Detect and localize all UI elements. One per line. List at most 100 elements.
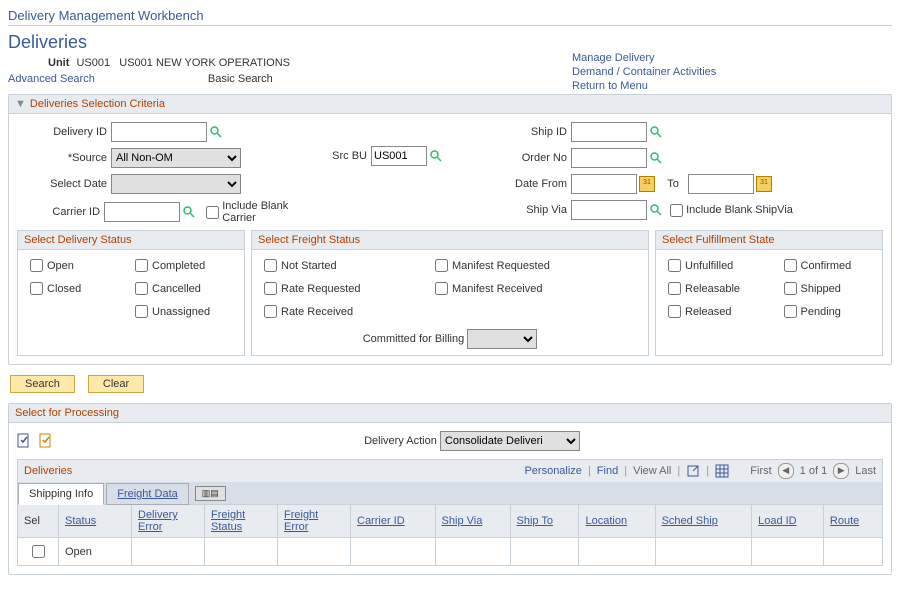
delivery-action-label: Delivery Action <box>364 435 437 447</box>
grid-header: Deliveries Personalize | Find | View All… <box>17 459 883 482</box>
to-label: To <box>667 178 679 190</box>
personalize-link[interactable]: Personalize <box>524 465 581 477</box>
demand-activities-link[interactable]: Demand / Container Activities <box>572 66 892 78</box>
source-select[interactable]: All Non-OM <box>111 148 241 168</box>
col-carrier-id[interactable]: Carrier ID <box>351 505 436 538</box>
delivery-status-title: Select Delivery Status <box>18 231 244 250</box>
src-bu-input[interactable] <box>371 146 427 166</box>
col-sched-ship[interactable]: Sched Ship <box>655 505 752 538</box>
ship-via-input[interactable] <box>571 200 647 220</box>
fulfillment-state-title: Select Fulfillment State <box>656 231 882 250</box>
prev-icon[interactable]: ◀ <box>778 463 794 479</box>
view-all-link[interactable]: View All <box>633 465 671 477</box>
unit-value: US001 <box>76 57 110 69</box>
include-blank-carrier-check[interactable] <box>206 206 219 219</box>
date-to-input[interactable] <box>688 174 754 194</box>
lookup-icon[interactable] <box>429 149 443 163</box>
lookup-icon[interactable] <box>649 151 663 165</box>
closed-check[interactable] <box>30 282 43 295</box>
page-title: Delivery Management Workbench <box>8 8 892 26</box>
cancelled-check[interactable] <box>135 282 148 295</box>
manage-delivery-link[interactable]: Manage Delivery <box>572 52 892 64</box>
col-ship-via[interactable]: Ship Via <box>435 505 510 538</box>
return-menu-link[interactable]: Return to Menu <box>572 80 892 92</box>
col-ship-to[interactable]: Ship To <box>510 505 579 538</box>
pending-check[interactable] <box>784 305 797 318</box>
carrier-id-input[interactable] <box>104 202 180 222</box>
clear-button[interactable]: Clear <box>88 375 144 393</box>
select-date-select[interactable] <box>111 174 241 194</box>
lookup-icon[interactable] <box>649 125 663 139</box>
rate-received-check[interactable] <box>264 305 277 318</box>
lookup-icon[interactable] <box>649 203 663 217</box>
grid-title: Deliveries <box>24 465 424 477</box>
calendar-icon[interactable]: 31 <box>756 176 772 192</box>
search-button[interactable]: Search <box>10 375 75 393</box>
col-route[interactable]: Route <box>823 505 882 538</box>
basic-search-label: Basic Search <box>208 73 273 85</box>
not-started-check[interactable] <box>264 259 277 272</box>
delivery-status-group: Select Delivery Status Open Closed Compl… <box>17 230 245 356</box>
collapse-icon[interactable]: ▼ <box>15 98 26 110</box>
delivery-id-label: Delivery ID <box>17 126 107 138</box>
source-label: *Source <box>17 152 107 164</box>
col-location[interactable]: Location <box>579 505 655 538</box>
last-link[interactable]: Last <box>855 465 876 477</box>
col-delivery-error[interactable]: Delivery Error <box>132 505 205 538</box>
unfulfilled-check[interactable] <box>668 259 681 272</box>
order-no-label: Order No <box>487 152 567 164</box>
date-from-label: Date From <box>487 178 567 190</box>
include-blank-shipvia-check[interactable] <box>670 204 683 217</box>
col-freight-status[interactable]: Freight Status <box>205 505 278 538</box>
select-all-icon[interactable] <box>17 433 33 449</box>
col-freight-error[interactable]: Freight Error <box>278 505 351 538</box>
fulfillment-state-group: Select Fulfillment State Unfulfilled Rel… <box>655 230 883 356</box>
table-row: Open <box>18 538 883 566</box>
unit-desc: US001 NEW YORK OPERATIONS <box>119 57 290 69</box>
manifest-received-check[interactable] <box>435 282 448 295</box>
delivery-id-input[interactable] <box>111 122 207 142</box>
ship-id-input[interactable] <box>571 122 647 142</box>
open-check[interactable] <box>30 259 43 272</box>
section-title: Deliveries <box>8 32 572 53</box>
ship-via-label: Ship Via <box>487 204 567 216</box>
freight-status-title: Select Freight Status <box>252 231 648 250</box>
unassigned-check[interactable] <box>135 305 148 318</box>
next-icon[interactable]: ▶ <box>833 463 849 479</box>
unit-label: Unit <box>48 57 69 69</box>
delivery-action-select[interactable]: Consolidate Deliveri <box>440 431 580 451</box>
advanced-search-link[interactable]: Advanced Search <box>8 73 95 85</box>
unit-info: Unit US001 US001 NEW YORK OPERATIONS <box>48 57 572 69</box>
col-status[interactable]: Status <box>59 505 132 538</box>
shipped-check[interactable] <box>784 282 797 295</box>
released-check[interactable] <box>668 305 681 318</box>
row-sel-check[interactable] <box>32 545 45 558</box>
tab-shipping-info[interactable]: Shipping Info <box>18 483 104 505</box>
col-load-id[interactable]: Load ID <box>752 505 824 538</box>
lookup-icon[interactable] <box>182 205 196 219</box>
criteria-title: Deliveries Selection Criteria <box>30 98 165 110</box>
manifest-requested-check[interactable] <box>435 259 448 272</box>
calendar-icon[interactable]: 31 <box>639 176 655 192</box>
find-link[interactable]: Find <box>597 465 618 477</box>
ship-id-label: Ship ID <box>487 126 567 138</box>
col-sel: Sel <box>18 505 59 538</box>
deselect-all-icon[interactable] <box>39 433 55 449</box>
committed-select[interactable] <box>467 329 537 349</box>
tab-freight-data[interactable]: Freight Data <box>106 483 189 505</box>
order-no-input[interactable] <box>571 148 647 168</box>
committed-label: Committed for Billing <box>363 333 464 345</box>
src-bu-label: Src BU <box>317 150 367 162</box>
show-all-icon[interactable]: ▥▤ <box>195 486 226 501</box>
releasable-check[interactable] <box>668 282 681 295</box>
lookup-icon[interactable] <box>209 125 223 139</box>
completed-check[interactable] <box>135 259 148 272</box>
include-blank-shipvia-label: Include Blank ShipVia <box>686 204 793 216</box>
rate-requested-check[interactable] <box>264 282 277 295</box>
select-date-label: Select Date <box>17 178 107 190</box>
confirmed-check[interactable] <box>784 259 797 272</box>
first-link[interactable]: First <box>750 465 771 477</box>
zoom-icon[interactable] <box>686 464 700 478</box>
grid-icon[interactable] <box>715 464 729 478</box>
date-from-input[interactable] <box>571 174 637 194</box>
